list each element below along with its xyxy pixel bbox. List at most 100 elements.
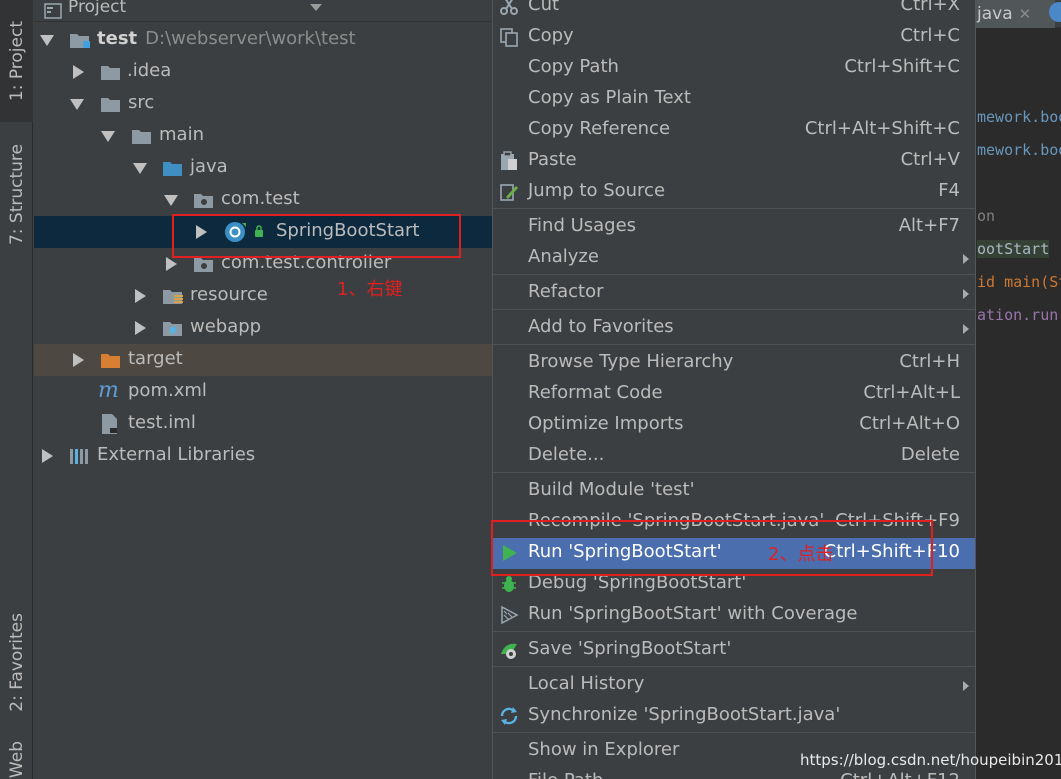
clipboard-icon	[501, 151, 517, 170]
tree-node-label: com.test	[221, 188, 300, 209]
close-icon[interactable]: ✕	[1019, 5, 1032, 23]
menu-separator	[493, 344, 975, 345]
menu-item-save-config[interactable]: Save 'SpringBootStart'	[493, 635, 975, 666]
annotation-step2: 2、点击	[768, 544, 834, 565]
expand-arrow-icon[interactable]	[135, 289, 146, 303]
menu-item-cut[interactable]: Cut Ctrl+X	[493, 0, 975, 22]
tree-node-webapp[interactable]: webapp	[34, 312, 492, 344]
menu-item-shortcut: Ctrl+X	[900, 0, 960, 15]
tree-node-test-iml[interactable]: test.iml	[34, 408, 492, 440]
editor-tab[interactable]: java ✕	[975, 0, 1055, 28]
tree-node-src[interactable]: src	[34, 88, 492, 120]
expand-arrow-icon[interactable]	[70, 99, 84, 110]
menu-item-copy-path[interactable]: Copy Path Ctrl+Shift+C	[493, 53, 975, 84]
menu-item-reformat-code[interactable]: Reformat Code Ctrl+Alt+L	[493, 379, 975, 410]
bug-icon	[502, 576, 516, 592]
menu-item-refactor[interactable]: Refactor	[493, 278, 975, 309]
expand-arrow-icon[interactable]	[73, 353, 84, 367]
expand-arrow-icon[interactable]	[42, 449, 53, 463]
expand-arrow-icon[interactable]	[133, 163, 147, 174]
submenu-arrow-icon	[963, 254, 969, 264]
menu-item-shortcut: F4	[938, 180, 960, 201]
tree-node-external-libraries[interactable]: External Libraries	[34, 440, 492, 472]
menu-item-delete[interactable]: Delete... Delete	[493, 441, 975, 472]
tab-structure[interactable]: 7: Structure	[0, 130, 33, 260]
expand-arrow-icon[interactable]	[166, 257, 177, 271]
menu-item-shortcut: Ctrl+Alt+O	[859, 413, 960, 434]
menu-item-run-with-coverage[interactable]: Run 'SpringBootStart' with Coverage	[493, 600, 975, 631]
tree-node-idea[interactable]: .idea	[34, 56, 492, 88]
expand-arrow-icon[interactable]	[164, 195, 178, 206]
menu-item-local-history[interactable]: Local History	[493, 670, 975, 701]
source-folder-icon	[163, 162, 182, 176]
menu-item-label: Copy Path	[528, 56, 619, 77]
tree-node-label: java	[190, 156, 228, 177]
library-icon	[70, 449, 88, 464]
menu-item-shortcut: Ctrl+Alt+Shift+C	[804, 118, 960, 139]
tree-node-pom-xml[interactable]: m pom.xml	[34, 376, 492, 408]
code-line: mework.boo	[977, 141, 1061, 159]
menu-item-shortcut: Delete	[900, 444, 960, 465]
module-folder-icon	[70, 34, 90, 48]
menu-item-copy-reference[interactable]: Copy Reference Ctrl+Alt+Shift+C	[493, 115, 975, 146]
tree-node-label: pom.xml	[128, 380, 207, 401]
editor-area: java ✕ mework.boo mework.boo on ootStart…	[975, 0, 1061, 779]
tree-node-target[interactable]: target	[34, 344, 492, 376]
menu-item-find-usages[interactable]: Find Usages Alt+F7	[493, 212, 975, 243]
menu-item-copy[interactable]: Copy Ctrl+C	[493, 22, 975, 53]
tree-node-test[interactable]: test D:\webserver\work\test	[34, 24, 492, 56]
menu-item-jump-to-source[interactable]: Jump to Source F4	[493, 177, 975, 208]
expand-arrow-icon[interactable]	[101, 131, 115, 142]
expand-arrow-icon[interactable]	[135, 321, 146, 335]
tree-node-label: main	[159, 124, 204, 145]
menu-item-shortcut: Alt+F7	[898, 215, 960, 236]
tab-web[interactable]: Web	[0, 740, 33, 779]
menu-item-label: Save 'SpringBootStart'	[528, 638, 732, 659]
code-line: ation.run(	[977, 306, 1061, 324]
tree-node-label: External Libraries	[97, 444, 256, 465]
resource-folder-icon	[163, 290, 183, 304]
tab-project[interactable]: 1: Project	[0, 0, 33, 122]
menu-separator	[493, 208, 975, 209]
menu-item-add-to-favorites[interactable]: Add to Favorites	[493, 313, 975, 344]
folder-icon	[132, 130, 151, 144]
annotation-box-step1	[172, 214, 461, 258]
editor-tab-bar: java ✕	[975, 0, 1061, 28]
submenu-arrow-icon	[963, 681, 969, 691]
sync-icon	[500, 707, 518, 725]
expand-arrow-icon[interactable]	[73, 65, 84, 79]
menu-item-optimize-imports[interactable]: Optimize Imports Ctrl+Alt+O	[493, 410, 975, 441]
expand-arrow-icon[interactable]	[40, 35, 54, 46]
project-panel: Project test D:\webserver\work\test .idea…	[34, 0, 492, 779]
menu-item-label: Cut	[528, 0, 560, 15]
menu-item-label: Paste	[528, 149, 577, 170]
tree-node-java[interactable]: java	[34, 152, 492, 184]
tree-node-main[interactable]: main	[34, 120, 492, 152]
excluded-folder-icon	[101, 354, 120, 368]
tab-web-label: Web	[6, 740, 27, 779]
tree-node-resource[interactable]: resource	[34, 280, 492, 312]
menu-item-shortcut: Ctrl+H	[899, 351, 960, 372]
menu-item-build-module[interactable]: Build Module 'test'	[493, 476, 975, 507]
menu-item-analyze[interactable]: Analyze	[493, 243, 975, 274]
tab-favorites[interactable]: 2: Favorites	[0, 600, 33, 725]
menu-item-browse-type-hierarchy[interactable]: Browse Type Hierarchy Ctrl+H	[493, 348, 975, 379]
menu-item-label: Browse Type Hierarchy	[528, 351, 734, 372]
menu-item-label: File Path	[528, 770, 603, 779]
menu-separator	[493, 732, 975, 733]
menu-item-copy-plain-text[interactable]: Copy as Plain Text	[493, 84, 975, 115]
menu-item-paste[interactable]: Paste Ctrl+V	[493, 146, 975, 177]
menu-item-label: Find Usages	[528, 215, 637, 236]
menu-item-label: Copy Reference	[528, 118, 671, 139]
tab-structure-label: 7: Structure	[6, 144, 27, 246]
chevron-down-icon[interactable]	[310, 4, 322, 11]
tab-favorites-label: 2: Favorites	[6, 613, 27, 712]
tab-project-label: 1: Project	[6, 20, 27, 102]
submenu-arrow-icon	[963, 289, 969, 299]
menu-separator	[493, 309, 975, 310]
edit-source-icon	[500, 184, 518, 201]
submenu-arrow-icon	[963, 324, 969, 334]
menu-separator	[493, 472, 975, 473]
menu-item-synchronize[interactable]: Synchronize 'SpringBootStart.java'	[493, 701, 975, 732]
tree-node-com-test[interactable]: com.test	[34, 184, 492, 216]
